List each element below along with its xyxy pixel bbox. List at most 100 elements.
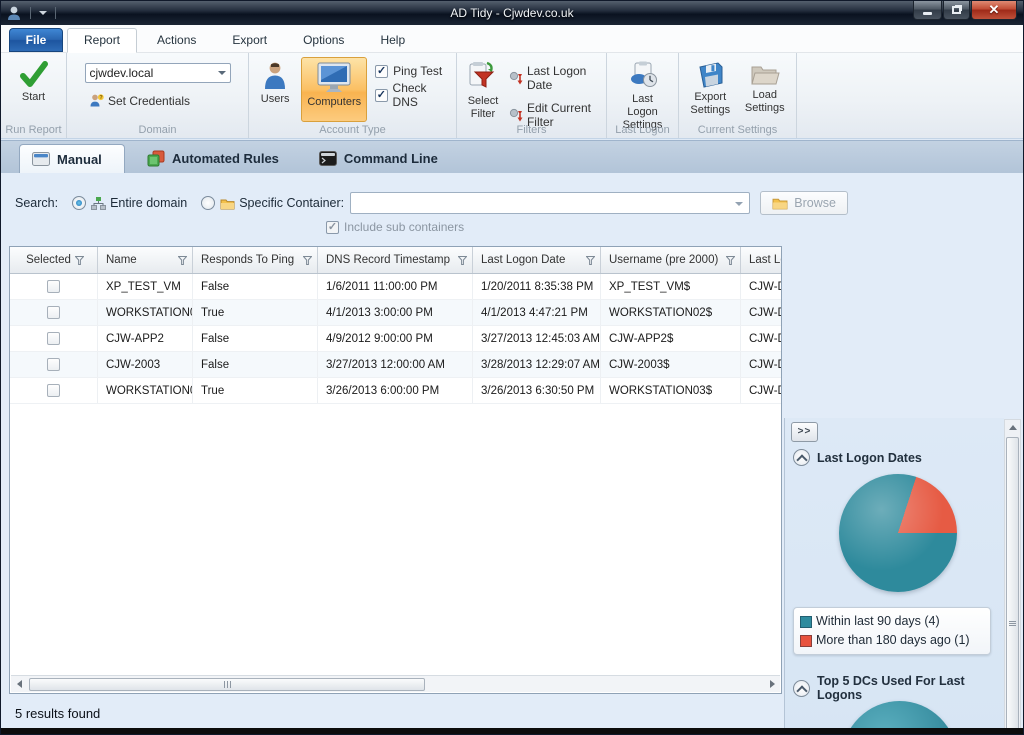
filter-icon[interactable] <box>303 256 312 265</box>
table-row[interactable]: WORKSTATION03 True 3/26/2013 6:00:00 PM … <box>10 378 781 404</box>
entire-domain-radio[interactable] <box>72 196 86 210</box>
legend-item: More than 180 days ago (1) <box>800 631 984 650</box>
tab-actions[interactable]: Actions <box>141 29 212 52</box>
section-top-dcs[interactable]: Top 5 DCs Used For Last Logons <box>793 674 1004 702</box>
tab-manual[interactable]: Manual <box>19 144 125 173</box>
row-checkbox[interactable] <box>47 332 60 345</box>
results-grid: Selected Name Responds To Ping DNS Recor… <box>9 246 782 694</box>
filter-edit-icon <box>509 108 523 122</box>
start-button[interactable]: Start <box>5 57 62 106</box>
row-checkbox[interactable] <box>47 280 60 293</box>
computers-icon <box>314 62 354 94</box>
tab-command-line[interactable]: Command Line <box>307 144 456 173</box>
row-checkbox[interactable] <box>47 306 60 319</box>
section-last-logon-dates[interactable]: Last Logon Dates <box>793 449 922 466</box>
entire-domain-label[interactable]: Entire domain <box>110 196 187 210</box>
cell-last-dc: CJW-DC1 <box>741 352 781 377</box>
scroll-up-button[interactable] <box>1005 420 1021 435</box>
tab-help[interactable]: Help <box>364 29 421 52</box>
checkbox-check-icon: ✓ <box>375 89 387 102</box>
browse-button[interactable]: Browse <box>760 191 848 215</box>
svg-text:?: ? <box>99 95 102 101</box>
close-button[interactable]: ✕ <box>971 1 1017 20</box>
domain-tree-icon <box>91 196 106 211</box>
tab-automated-rules[interactable]: Automated Rules <box>135 144 297 173</box>
cell-ping: True <box>193 378 318 403</box>
load-settings-button[interactable]: Load Settings <box>738 57 792 122</box>
table-row[interactable]: CJW-APP2 False 4/9/2012 9:00:00 PM 3/27/… <box>10 326 781 352</box>
close-icon: ✕ <box>989 2 1000 18</box>
filter-icon[interactable] <box>726 256 735 265</box>
computers-button[interactable]: Computers <box>301 57 367 122</box>
column-header-last-logon[interactable]: Last Logon Date <box>473 247 601 273</box>
filter-icon[interactable] <box>458 256 467 265</box>
row-checkbox[interactable] <box>47 358 60 371</box>
tab-options[interactable]: Options <box>287 29 360 52</box>
filter-icon[interactable] <box>75 256 84 265</box>
cell-last-logon: 1/20/2011 8:35:38 PM <box>473 274 601 299</box>
quick-access-caret-icon[interactable] <box>39 11 47 15</box>
include-sub-containers-checkbox[interactable]: ✓ Include sub containers <box>326 220 464 234</box>
last-logon-date-button[interactable]: Last Logon Date <box>505 62 602 94</box>
last-logon-dates-legend: Within last 90 days (4) More than 180 da… <box>793 607 991 655</box>
table-row[interactable]: CJW-2003 False 3/27/2013 12:00:00 AM 3/2… <box>10 352 781 378</box>
column-header-name[interactable]: Name <box>98 247 193 273</box>
panel-collapse-button[interactable]: >> <box>791 422 818 442</box>
column-header-ping[interactable]: Responds To Ping <box>193 247 318 273</box>
export-settings-button[interactable]: Export Settings <box>683 57 737 122</box>
table-row[interactable]: XP_TEST_VM False 1/6/2011 11:00:00 PM 1/… <box>10 274 781 300</box>
row-checkbox[interactable] <box>47 384 60 397</box>
specific-container-radio[interactable] <box>201 196 215 210</box>
grid-header-row: Selected Name Responds To Ping DNS Recor… <box>10 247 781 274</box>
vertical-scrollbar[interactable] <box>1004 419 1021 735</box>
horizontal-scrollbar[interactable] <box>11 675 780 692</box>
column-header-dns[interactable]: DNS Record Timestamp <box>318 247 473 273</box>
group-current-settings: Export Settings Load Settings Current Se… <box>679 53 797 138</box>
cell-name: WORKSTATION03 <box>98 378 193 403</box>
scrollbar-thumb[interactable] <box>1006 437 1019 735</box>
minimize-button[interactable] <box>913 1 942 20</box>
ping-test-checkbox[interactable]: ✓ Ping Test <box>375 64 452 78</box>
check-dns-checkbox[interactable]: ✓ Check DNS <box>375 81 452 109</box>
collapse-chevron-icon[interactable] <box>793 449 810 466</box>
cell-dns: 3/27/2013 12:00:00 AM <box>318 352 473 377</box>
users-button[interactable]: Users <box>253 57 297 122</box>
last-logon-dates-pie-chart <box>839 474 957 592</box>
dropdown-arrow-icon <box>218 71 226 75</box>
column-header-username[interactable]: Username (pre 2000) <box>601 247 741 273</box>
cell-last-logon: 4/1/2013 4:47:21 PM <box>473 300 601 325</box>
tab-report[interactable]: Report <box>67 28 137 53</box>
specific-container-label[interactable]: Specific Container: <box>239 196 344 210</box>
scroll-left-button[interactable] <box>11 677 27 692</box>
column-header-last-dc[interactable]: Last Lo <box>741 247 781 273</box>
table-row[interactable]: WORKSTATION02 True 4/1/2013 3:00:00 PM 4… <box>10 300 781 326</box>
charts-panel: >> Last Logon Dates Within last 90 days … <box>784 418 1004 735</box>
collapse-chevron-icon[interactable] <box>793 680 810 697</box>
domain-combobox[interactable]: cjwdev.local <box>85 63 231 83</box>
browse-folder-icon <box>772 196 788 210</box>
window-title: AD Tidy - Cjwdev.co.uk <box>1 6 1023 20</box>
scroll-right-button[interactable] <box>764 677 780 692</box>
filter-icon[interactable] <box>586 256 595 265</box>
set-credentials-button[interactable]: ? Set Credentials <box>85 91 244 110</box>
last-logon-settings-button[interactable]: Last Logon Settings <box>611 57 674 134</box>
scrollbar-thumb[interactable] <box>29 678 425 691</box>
tab-export[interactable]: Export <box>216 29 283 52</box>
cell-name: WORKSTATION02 <box>98 300 193 325</box>
restore-button[interactable] <box>943 1 970 20</box>
column-header-selected[interactable]: Selected <box>10 247 98 273</box>
rules-cubes-icon <box>147 150 165 167</box>
cell-last-logon: 3/28/2013 12:29:07 AM <box>473 352 601 377</box>
group-domain: cjwdev.local ? Set Credentials Domain <box>67 53 249 138</box>
container-combobox[interactable] <box>350 192 750 214</box>
cell-username: XP_TEST_VM$ <box>601 274 741 299</box>
tab-file[interactable]: File <box>9 28 63 52</box>
checkbox-check-icon: ✓ <box>326 221 339 234</box>
filter-icon[interactable] <box>178 256 187 265</box>
cell-username: CJW-2003$ <box>601 352 741 377</box>
select-filter-button[interactable]: Select Filter <box>461 57 505 122</box>
start-check-icon <box>19 61 49 89</box>
cell-dns: 3/26/2013 6:00:00 PM <box>318 378 473 403</box>
group-label: Filters <box>457 124 606 136</box>
titlebar[interactable]: AD Tidy - Cjwdev.co.uk ✕ <box>1 1 1023 25</box>
